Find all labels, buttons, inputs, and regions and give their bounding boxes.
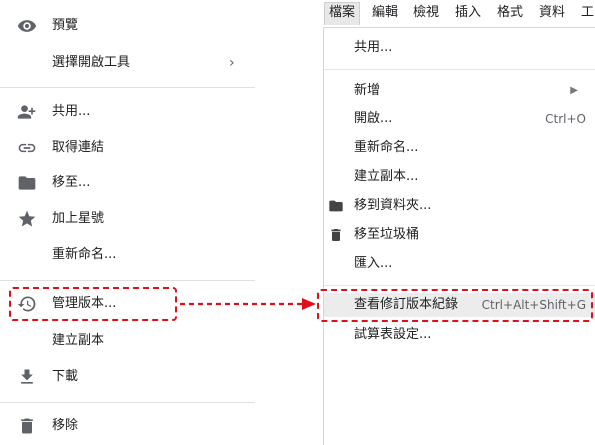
person-add-icon [16,102,38,122]
menubar-edit[interactable]: 編輯 [372,4,398,22]
submenu-arrow-icon: ▶ [570,85,578,96]
menu-item-label: 共用... [52,104,91,119]
dd-item-open[interactable]: 開啟... Ctrl+O [324,107,595,131]
dd-item-spreadsheet-settings[interactable]: 試算表設定... [324,323,595,347]
trash-icon [328,227,344,243]
sheets-file-menu: 檔案 編輯 檢視 插入 格式 資料 工 共用... 新增 ▶ 開啟... Ctr… [318,0,595,445]
menu-item-label: 預覽 [52,18,79,33]
dd-item-label: 開啟... [354,111,393,126]
menu-item-label: 選擇開啟工具 [52,55,131,70]
menu-item-label: 建立副本 [52,333,105,348]
menu-item-rename[interactable]: 重新命名... [0,240,255,270]
dd-item-label: 新增 [354,83,381,98]
file-dropdown: 共用... 新增 ▶ 開啟... Ctrl+O 重新命名... 建立副本... … [323,27,595,445]
menu-item-open-with[interactable]: 選擇開啟工具 › [0,48,255,78]
menu-item-label: 重新命名... [52,247,117,262]
menubar-tools[interactable]: 工 [581,4,594,22]
shortcut-text: Ctrl+O [545,112,586,126]
dd-item-move-to-trash[interactable]: 移至垃圾桶 [324,223,595,247]
menu-item-make-copy[interactable]: 建立副本 [0,326,255,356]
dd-item-make-copy[interactable]: 建立副本... [324,165,595,189]
menu-item-label: 下載 [52,369,79,384]
dd-item-import[interactable]: 匯入... [324,252,595,276]
chevron-right-icon: › [229,55,235,71]
menu-item-preview[interactable]: 預覽 [0,11,255,41]
menu-item-get-link[interactable]: 取得連結 [0,133,255,163]
dd-item-share[interactable]: 共用... [324,36,595,60]
dd-item-label: 移到資料夾... [354,198,432,213]
callout-box-manage-versions [9,287,177,321]
menu-divider [0,87,255,88]
menubar: 檔案 編輯 檢視 插入 格式 資料 工 [318,0,595,27]
dd-item-new[interactable]: 新增 ▶ [324,79,595,103]
dd-item-label: 移至垃圾桶 [354,227,420,242]
dd-item-label: 匯入... [354,256,393,271]
menu-item-download[interactable]: 下載 [0,362,255,392]
callout-arrow [180,298,316,310]
menu-item-label: 移至... [52,175,91,190]
menubar-format[interactable]: 格式 [497,4,523,22]
dd-divider [324,69,595,70]
drive-context-menu: 預覽 選擇開啟工具 › 共用... 取得連結 移至... 加上星號 重新命名..… [0,0,255,444]
menubar-data[interactable]: 資料 [539,4,565,22]
menubar-view[interactable]: 檢視 [413,4,439,22]
callout-box-version-history [317,289,593,322]
dd-item-label: 建立副本... [354,169,419,184]
menu-divider [0,280,255,281]
dd-item-label: 重新命名... [354,140,419,155]
menubar-insert[interactable]: 插入 [455,4,481,22]
menu-item-label: 取得連結 [52,140,105,155]
menu-item-add-star[interactable]: 加上星號 [0,204,255,234]
link-icon [16,138,38,158]
menubar-file[interactable]: 檔案 [324,2,361,25]
folder-icon [16,173,38,193]
folder-icon [328,198,344,214]
dd-item-move-to-folder[interactable]: 移到資料夾... [324,194,595,218]
eye-icon [16,16,38,36]
trash-icon [16,416,38,436]
menu-item-move-to[interactable]: 移至... [0,168,255,198]
dd-divider [324,285,595,286]
download-icon [16,367,38,387]
dd-item-label: 共用... [354,40,393,55]
star-icon [16,209,38,229]
menu-divider [0,402,255,403]
menu-item-label: 移除 [52,418,79,433]
dd-item-label: 試算表設定... [354,327,432,342]
menu-item-label: 加上星號 [52,211,105,226]
menu-item-remove[interactable]: 移除 [0,411,255,441]
menu-item-share[interactable]: 共用... [0,97,255,127]
dd-item-rename[interactable]: 重新命名... [324,136,595,160]
